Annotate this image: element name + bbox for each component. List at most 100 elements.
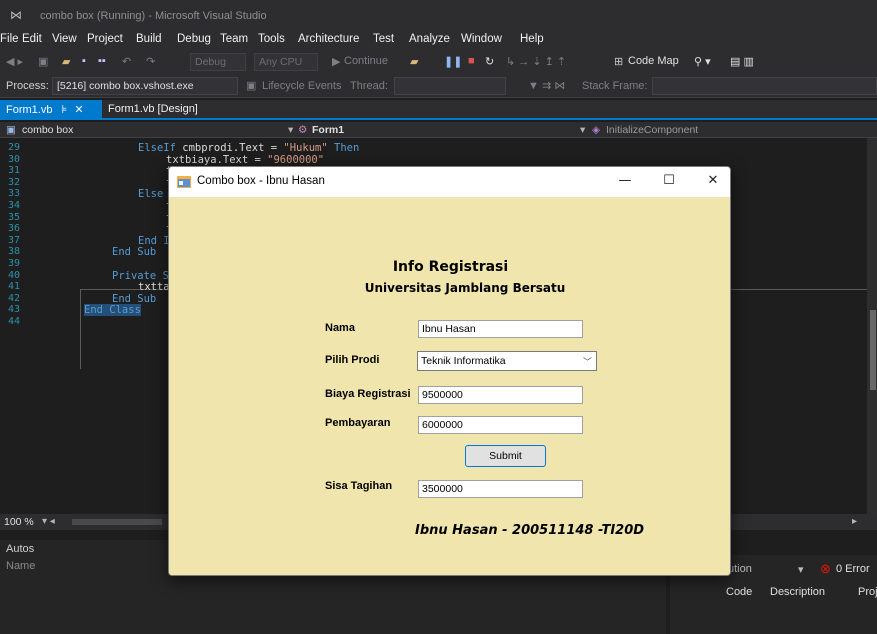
method-icon: ◈ [592, 124, 601, 136]
line-number-gutter: 29 30 31 32 33 34 35 36 37 38 39 40 41 42 43 44 [0, 138, 60, 514]
form-title-bar[interactable]: Combo box - Ibnu Hasan — ☐ ✕ [169, 167, 730, 197]
horizontal-scrollbar[interactable] [72, 519, 162, 525]
menu-edit[interactable]: Edit [22, 33, 42, 45]
minimize-icon[interactable]: — [615, 173, 635, 191]
close-icon[interactable]: ✕ [703, 173, 723, 191]
hot-reload-icon[interactable]: ▰ [410, 55, 418, 68]
document-tab-bar: Form1.vb ⊧ ✕ Form1.vb [Design] [0, 100, 877, 120]
sisa-tagihan-input[interactable]: 3500000 [418, 480, 583, 498]
member-dropdown[interactable]: InitializeComponent [606, 124, 698, 136]
thread-dropdown[interactable] [394, 77, 506, 95]
prodi-label: Pilih Prodi [325, 354, 380, 366]
code-line[interactable]: End Sub [112, 246, 156, 258]
menu-debug[interactable]: Debug [177, 33, 211, 45]
line-number: 34 [8, 200, 21, 211]
error-icon: ⊗ [820, 561, 831, 576]
code-line[interactable]: ElseIf cmbprodi.Text = "Hukum" Then [138, 142, 359, 154]
stop-icon[interactable]: ■ [468, 55, 475, 67]
project-dropdown[interactable]: combo box [22, 124, 73, 136]
menu-help[interactable]: Help [520, 33, 544, 45]
class-icon: ⚙ [298, 124, 308, 136]
pause-icon[interactable]: ❚❚ [444, 55, 462, 68]
menu-window[interactable]: Window [461, 33, 502, 45]
process-dropdown[interactable]: [5216] combo box.vshost.exe [52, 77, 238, 95]
pin-icon[interactable]: ⊧ [62, 104, 68, 116]
project-column-header[interactable]: Proj [858, 586, 877, 598]
autos-title[interactable]: Autos [6, 543, 34, 555]
code-map-icon[interactable]: ⊞ [614, 55, 623, 68]
solution-filter-dropdown[interactable]: ution [728, 563, 752, 575]
continue-icon[interactable]: ▶ [332, 55, 340, 68]
menu-project[interactable]: Project [87, 33, 123, 45]
class-dropdown[interactable]: Form1 [312, 124, 344, 136]
stack-frame-label: Stack Frame: [582, 80, 648, 92]
line-number: 30 [8, 153, 21, 165]
tab-form1-vb[interactable]: Form1.vb ⊧ ✕ [0, 100, 102, 120]
code-line[interactable]: End Class [84, 304, 141, 317]
code-line[interactable]: txtbiaya.Text = "9600000" [166, 154, 324, 166]
submit-button[interactable]: Submit [465, 445, 546, 467]
bookmark-icon[interactable]: ⚲ ▾ [694, 55, 711, 68]
chevron-down-icon[interactable]: ▾ [798, 563, 804, 576]
combo-box-form-window: Combo box - Ibnu Hasan — ☐ ✕ Info Regist… [168, 166, 731, 576]
scroll-right-icon[interactable]: ▸ [852, 516, 857, 527]
step-icons[interactable]: ↳ → ⇣ ↥ ⇡ [506, 55, 566, 68]
line-number: 43 [8, 304, 21, 316]
line-number: 31 [8, 165, 21, 177]
pembayaran-input[interactable]: 6000000 [418, 416, 583, 434]
visual-studio-window: ⋈ combo box (Running) - Microsoft Visual… [0, 0, 877, 634]
stack-frame-dropdown[interactable] [652, 77, 877, 95]
errors-filter-button[interactable]: 0 Error [836, 563, 870, 575]
menu-test[interactable]: Test [373, 33, 394, 45]
maximize-icon[interactable]: ☐ [659, 173, 679, 191]
close-tab-icon[interactable]: ✕ [74, 104, 83, 116]
menu-tools[interactable]: Tools [258, 33, 285, 45]
nama-input[interactable]: Ibnu Hasan [418, 320, 583, 338]
pembayaran-label: Pembayaran [325, 417, 391, 429]
align-icons[interactable]: ▤ ▥ [730, 55, 754, 68]
platform-dropdown[interactable]: Any CPU [254, 53, 318, 71]
code-line[interactable]: Private S [112, 270, 169, 282]
chevron-down-icon[interactable]: ﹀ [583, 355, 592, 368]
nama-label: Nama [325, 322, 355, 334]
standard-toolbar: ◀ ▸ ▣ ▰ ▪ ▪▪ ↶ ↷ Debug Any CPU ▶ Continu… [0, 50, 877, 74]
prodi-combobox[interactable]: Teknik Informatika ﹀ [417, 351, 597, 371]
code-map-button[interactable]: Code Map [628, 55, 679, 67]
menu-build[interactable]: Build [136, 33, 162, 45]
chevron-down-icon[interactable]: ▾ [580, 124, 585, 136]
restart-icon[interactable]: ↻ [485, 55, 494, 68]
ide-window-title: combo box (Running) - Microsoft Visual S… [40, 10, 267, 22]
editor-scroll-thumb[interactable] [870, 310, 876, 390]
code-line[interactable]: Else [138, 188, 163, 200]
tab-form1-design[interactable]: Form1.vb [Design] [104, 100, 202, 120]
back-forward-icon[interactable]: ◀ ▸ [6, 55, 23, 68]
solution-config-dropdown[interactable]: Debug [190, 53, 246, 71]
line-number: 40 [8, 269, 21, 281]
menu-architecture[interactable]: Architecture [298, 33, 359, 45]
code-line[interactable]: End Sub [112, 293, 156, 305]
continue-button[interactable]: Continue [344, 55, 388, 67]
menu-analyze[interactable]: Analyze [409, 33, 450, 45]
form-body: Info Registrasi Universitas Jamblang Ber… [169, 197, 730, 575]
lifecycle-events-dropdown[interactable]: Lifecycle Events [262, 80, 341, 92]
filter-icon[interactable]: ▼ ⇉ ⋈ [528, 79, 565, 92]
chevron-down-icon[interactable]: ▾ [288, 124, 293, 136]
footer-signature: Ibnu Hasan - 200511148 -TI20D [415, 523, 645, 538]
menu-file[interactable]: File [0, 33, 19, 45]
code-navigation-bar: ▣ combo box ▾ ⚙ Form1 ▾ ◈ InitializeComp… [0, 122, 877, 138]
redo-icon[interactable]: ↷ [146, 55, 155, 68]
new-project-icon[interactable]: ▣ [38, 55, 48, 68]
save-all-icon[interactable]: ▪▪ [98, 55, 106, 67]
open-folder-icon[interactable]: ▰ [62, 55, 70, 68]
zoom-level[interactable]: 100 % [4, 516, 34, 528]
code-line[interactable]: txtta [138, 281, 170, 293]
zoom-chevron-icon[interactable]: ▾ ◂ [42, 516, 55, 527]
menu-view[interactable]: View [52, 33, 77, 45]
code-column-header[interactable]: Code [726, 586, 752, 598]
description-column-header[interactable]: Description [770, 586, 825, 598]
menu-team[interactable]: Team [220, 33, 248, 45]
undo-icon[interactable]: ↶ [122, 55, 131, 68]
save-icon[interactable]: ▪ [82, 55, 86, 67]
code-line[interactable]: End I [138, 235, 170, 247]
biaya-input[interactable]: 9500000 [418, 386, 583, 404]
